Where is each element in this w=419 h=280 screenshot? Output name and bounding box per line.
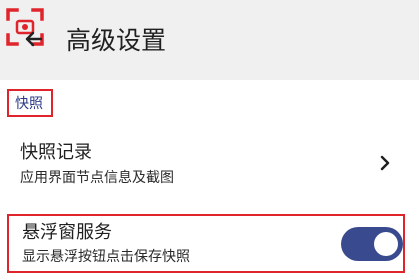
page-title: 高级设置 <box>66 26 167 55</box>
toggle-knob <box>374 232 398 256</box>
snapshot-records-title: 快照记录 <box>20 142 92 163</box>
floating-window-title: 悬浮窗服务 <box>22 222 112 243</box>
back-arrow-icon[interactable] <box>24 30 42 48</box>
floating-window-toggle[interactable] <box>341 227 403 261</box>
section-header-snapshot: 快照 <box>7 89 53 117</box>
app-bar: 高级设置 <box>0 0 419 80</box>
snapshot-records-item[interactable]: 快照记录 应用界面节点信息及截图 <box>0 128 419 198</box>
floating-window-service-item[interactable]: 悬浮窗服务 显示悬浮按钮点击保存快照 <box>7 214 405 273</box>
snapshot-records-subtitle: 应用界面节点信息及截图 <box>20 170 174 186</box>
section-header-label: 快照 <box>15 96 43 112</box>
floating-window-subtitle: 显示悬浮按钮点击保存快照 <box>22 249 190 265</box>
chevron-right-icon <box>380 155 390 171</box>
